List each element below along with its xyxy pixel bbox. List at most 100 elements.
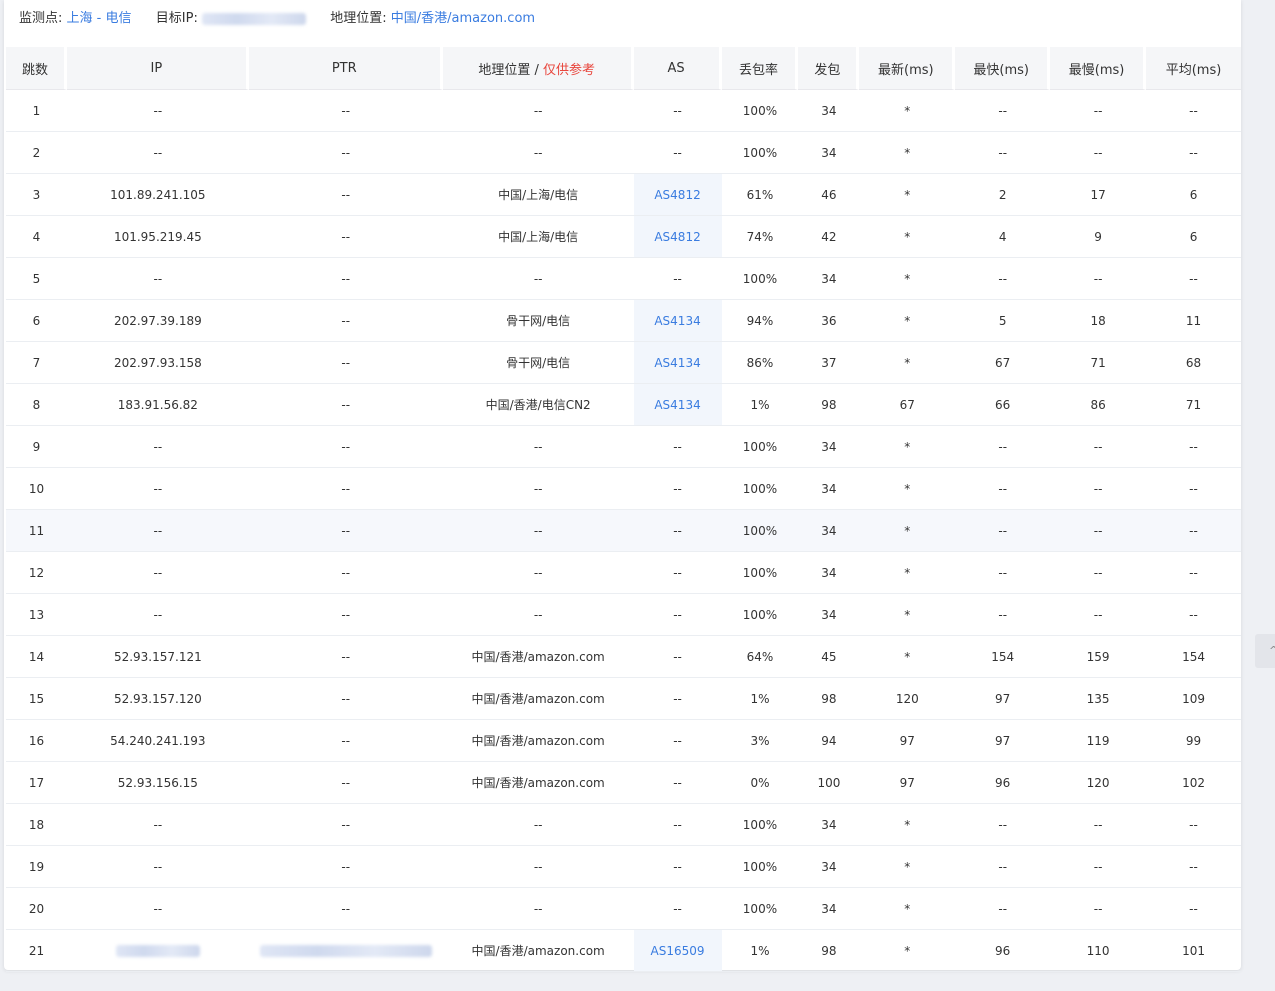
cell-worst: 119: [1050, 720, 1147, 762]
cell-worst: 135: [1050, 678, 1147, 720]
cell-worst: 159: [1050, 636, 1147, 678]
cell-worst: --: [1050, 468, 1147, 510]
cell-best: --: [955, 594, 1051, 636]
col-sent[interactable]: 发包: [798, 47, 860, 90]
cell-as: --: [633, 90, 722, 132]
cell-ip: 52.93.157.121: [66, 636, 249, 678]
cell-loss: 100%: [721, 468, 799, 510]
col-geo[interactable]: 地理位置 / 仅供参考: [442, 47, 634, 90]
cell-best: 97: [955, 678, 1051, 720]
cell-ptr: --: [248, 720, 443, 762]
cell-loss: 74%: [721, 216, 799, 258]
cell-ip: 101.89.241.105: [66, 174, 249, 216]
table-row: 7 202.97.93.158 -- 骨干网/电信 AS4134 86% 37 * 67 71 68: [6, 342, 1241, 384]
cell-as: --: [633, 552, 722, 594]
cell-best: 66: [955, 384, 1051, 426]
cell-last: 120: [859, 678, 956, 720]
cell-as: --: [633, 804, 722, 846]
cell-geo: --: [442, 132, 634, 174]
cell-as[interactable]: AS4812: [633, 216, 722, 258]
cell-hop: 12: [6, 552, 67, 594]
cell-sent: 45: [798, 636, 860, 678]
cell-as: --: [633, 636, 722, 678]
cell-last: *: [859, 594, 956, 636]
cell-ptr: --: [248, 342, 443, 384]
traceroute-panel: 监测点: 上海 - 电信 目标IP: 地理位置: 中国/香港/amazon.co…: [4, 0, 1241, 972]
cell-avg: --: [1146, 468, 1241, 510]
col-geo-reference-note: 仅供参考: [542, 62, 595, 78]
monitor-value[interactable]: 上海 - 电信: [67, 11, 132, 26]
cell-loss: 100%: [721, 804, 799, 846]
cell-sent: 42: [798, 216, 860, 258]
cell-ptr: --: [248, 552, 443, 594]
cell-geo: --: [442, 510, 634, 552]
cell-worst: --: [1050, 846, 1147, 888]
col-loss[interactable]: 丢包率: [721, 47, 799, 90]
cell-as: --: [633, 762, 722, 804]
table-row: 20 -- -- -- -- 100% 34 * -- -- --: [6, 888, 1241, 930]
cell-sent: 46: [798, 174, 860, 216]
cell-last: *: [859, 300, 956, 342]
cell-sent: 37: [798, 342, 860, 384]
cell-ptr: --: [248, 216, 443, 258]
cell-as: --: [633, 426, 722, 468]
cell-as[interactable]: AS4134: [633, 342, 722, 384]
cell-geo: --: [442, 804, 634, 846]
cell-sent: 98: [798, 678, 860, 720]
cell-worst: --: [1050, 510, 1147, 552]
cell-hop: 13: [6, 594, 67, 636]
cell-geo: 中国/上海/电信: [442, 216, 634, 258]
cell-as[interactable]: AS4812: [633, 174, 722, 216]
cell-loss: 100%: [721, 426, 799, 468]
cell-avg: 101: [1146, 930, 1241, 972]
cell-as: --: [633, 846, 722, 888]
cell-geo: 骨干网/电信: [442, 342, 634, 384]
cell-sent: 98: [798, 930, 860, 972]
geo-label: 地理位置:: [330, 11, 387, 26]
cell-avg: 6: [1146, 174, 1241, 216]
cell-as[interactable]: AS16509: [633, 930, 722, 972]
col-ip[interactable]: IP: [66, 47, 249, 90]
cell-geo: --: [442, 594, 634, 636]
cell-worst: --: [1050, 426, 1147, 468]
cell-avg: 68: [1146, 342, 1241, 384]
table-row: 11 -- -- -- -- 100% 34 * -- -- --: [6, 510, 1241, 552]
cell-best: 154: [955, 636, 1051, 678]
cell-as[interactable]: AS4134: [633, 300, 722, 342]
cell-hop: 1: [6, 90, 67, 132]
table-row: 2 -- -- -- -- 100% 34 * -- -- --: [6, 132, 1241, 174]
table-row: 9 -- -- -- -- 100% 34 * -- -- --: [6, 426, 1241, 468]
cell-hop: 19: [6, 846, 67, 888]
cell-last: *: [859, 636, 956, 678]
cell-worst: --: [1050, 594, 1147, 636]
col-avg[interactable]: 平均(ms): [1146, 47, 1241, 90]
col-best[interactable]: 最快(ms): [955, 47, 1051, 90]
cell-worst: --: [1050, 888, 1147, 930]
cell-sent: 100: [798, 762, 860, 804]
scroll-to-top-button[interactable]: ^: [1255, 634, 1275, 668]
col-worst[interactable]: 最慢(ms): [1050, 47, 1147, 90]
cell-as[interactable]: AS4134: [633, 384, 722, 426]
cell-ip: 202.97.93.158: [66, 342, 249, 384]
table-header-row: 跳数 IP PTR 地理位置 / 仅供参考 AS 丢包率 发包 最新(ms) 最…: [6, 47, 1241, 90]
col-hop[interactable]: 跳数: [6, 47, 67, 90]
cell-as: --: [633, 510, 722, 552]
col-ptr[interactable]: PTR: [248, 47, 443, 90]
cell-loss: 100%: [721, 594, 799, 636]
cell-avg: 154: [1146, 636, 1241, 678]
cell-last: *: [859, 174, 956, 216]
target-ip-label: 目标IP:: [155, 11, 198, 26]
cell-geo: --: [442, 468, 634, 510]
cell-avg: --: [1146, 594, 1241, 636]
cell-ip: --: [66, 426, 249, 468]
cell-last: 97: [859, 720, 956, 762]
col-as[interactable]: AS: [633, 47, 722, 90]
cell-ptr: --: [248, 846, 443, 888]
cell-worst: --: [1050, 132, 1147, 174]
table-row: 17 52.93.156.15 -- 中国/香港/amazon.com -- 0% 100 9…: [6, 762, 1241, 804]
cell-sent: 34: [798, 258, 860, 300]
cell-worst: --: [1050, 90, 1147, 132]
col-last[interactable]: 最新(ms): [859, 47, 956, 90]
cell-hop: 4: [6, 216, 67, 258]
cell-hop: 10: [6, 468, 67, 510]
